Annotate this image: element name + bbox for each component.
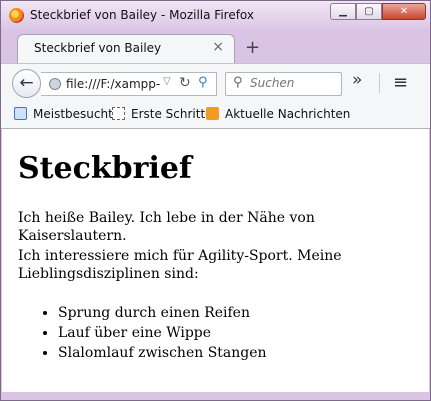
disciplines-list: Sprung durch einen Reifen Lauf über eine… <box>18 303 267 363</box>
new-tab-button[interactable]: + <box>245 37 260 58</box>
bookmark-aktuelle-nachrichten[interactable]: Aktuelle Nachrichten <box>206 107 350 121</box>
page-icon <box>112 107 125 120</box>
interests-paragraph: Ich interessiere mich für Agility-Sport.… <box>18 248 342 282</box>
most-visited-icon <box>14 107 27 120</box>
intro-paragraph: Ich heiße Bailey. Ich lebe in der Nähe v… <box>18 210 315 244</box>
back-button[interactable]: ← <box>12 69 41 98</box>
list-item: Lauf über eine Wippe <box>58 323 267 343</box>
bookmark-meistbesucht[interactable]: Meistbesucht <box>14 107 113 121</box>
minimize-button[interactable]: ▁ <box>330 3 356 20</box>
rss-icon <box>206 107 219 120</box>
overflow-chevron-icon[interactable]: » <box>352 70 362 90</box>
hamburger-menu-icon[interactable]: ≡ <box>393 72 408 93</box>
firefox-logo-icon <box>9 8 24 23</box>
window-title: Steckbrief von Bailey - Mozilla Firefox <box>30 8 254 22</box>
page-content: Steckbrief Ich heiße Bailey. Ich lebe in… <box>2 129 429 392</box>
navigation-toolbar: ← file:///F:/xampp- ▽ ↻ ⚲ ⚲ » ≡ <box>1 63 430 102</box>
list-item: Slalomlauf zwischen Stangen <box>58 343 267 363</box>
list-item: Sprung durch einen Reifen <box>58 303 267 323</box>
maximize-button[interactable]: ▢ <box>356 3 382 20</box>
close-tab-icon[interactable]: × <box>212 39 224 55</box>
tab-steckbrief[interactable]: Steckbrief von Bailey × <box>17 34 235 63</box>
reload-icon[interactable]: ↻ <box>179 75 191 91</box>
search-icon: ⚲ <box>233 75 243 90</box>
history-dropdown-icon[interactable]: ▽ <box>163 76 171 87</box>
close-window-button[interactable]: ✕ <box>382 3 426 20</box>
url-bar[interactable]: file:///F:/xampp- ▽ ↻ ⚲ <box>41 72 217 96</box>
url-text[interactable]: file:///F:/xampp- <box>66 77 160 91</box>
bookmark-erste-schritte[interactable]: Erste Schritte <box>112 107 213 121</box>
search-bar[interactable]: ⚲ <box>225 72 342 96</box>
window-controls: ▁ ▢ ✕ <box>330 3 426 20</box>
toolbar-separator <box>379 73 380 93</box>
browser-window: Steckbrief von Bailey - Mozilla Firefox … <box>0 0 431 401</box>
search-go-icon[interactable]: ⚲ <box>198 75 208 90</box>
page-title: Steckbrief <box>18 151 192 186</box>
search-input[interactable] <box>250 76 336 90</box>
bookmarks-toolbar: Meistbesucht Erste Schritte Aktuelle Nac… <box>1 102 430 129</box>
tab-label: Steckbrief von Bailey <box>34 41 162 55</box>
title-bar: Steckbrief von Bailey - Mozilla Firefox … <box>1 1 430 29</box>
globe-icon <box>49 78 61 90</box>
